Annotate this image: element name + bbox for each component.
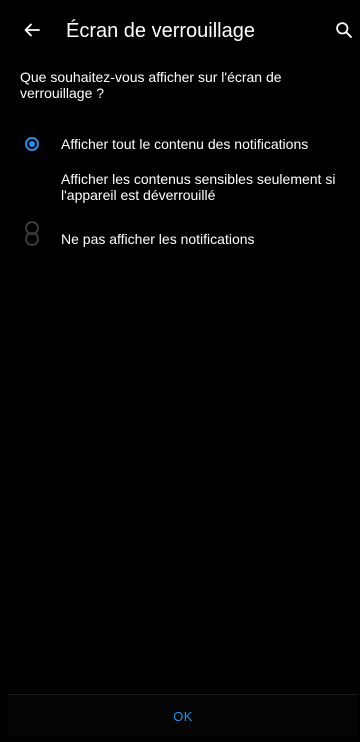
search-icon — [335, 21, 353, 44]
option-label: Ne pas afficher les notifications — [61, 231, 255, 247]
search-button[interactable] — [330, 18, 358, 46]
lock-screen-question: Que souhaitez-vous afficher sur l'écran … — [20, 69, 282, 101]
option-hide-notifications[interactable]: Ne pas afficher les notifications — [0, 223, 360, 255]
radio-checked-icon[interactable] — [25, 137, 39, 151]
back-button[interactable] — [18, 18, 46, 46]
arrow-left-icon — [23, 21, 41, 44]
option-label: Afficher tout le contenu des notificatio… — [61, 136, 309, 152]
option-show-sensitive-when-unlocked[interactable]: Afficher les contenus sensibles seulemen… — [0, 169, 360, 235]
page-title: Écran de verrouillage — [66, 20, 255, 42]
notification-options-radio-group: Afficher tout le contenu des notificatio… — [0, 128, 360, 255]
radio-unchecked-icon[interactable] — [25, 232, 39, 246]
app-bar: Écran de verrouillage — [0, 0, 360, 62]
option-show-all-content[interactable]: Afficher tout le contenu des notificatio… — [0, 128, 360, 160]
option-label: Afficher les contenus sensibles seulemen… — [61, 171, 336, 203]
ok-button[interactable]: OK — [8, 695, 358, 737]
